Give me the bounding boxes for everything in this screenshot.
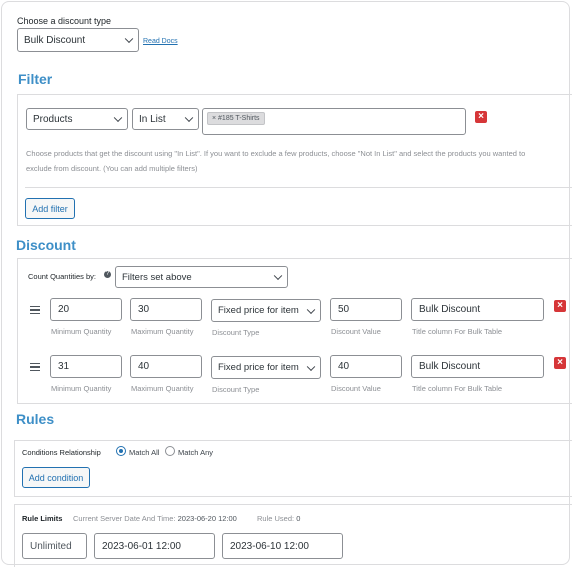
remove-range-icon[interactable]: × [554,300,566,312]
filter-method-select[interactable]: In List [132,108,199,130]
rule-used-value: 0 [296,514,301,523]
bulk-title-input[interactable]: Bulk Discount [411,355,544,378]
filter-heading: Filter [18,71,53,87]
chevron-down-icon [306,305,316,314]
remove-filter-icon[interactable]: × [475,111,487,123]
count-quantities-label: Count Quantities by: [28,272,96,281]
filter-divider [25,187,572,188]
chevron-down-icon [306,362,316,371]
start-date-input[interactable]: 2023-06-01 12:00 [94,533,215,559]
filter-help-line-1: Choose products that get the discount us… [26,149,526,158]
filter-help-line-2: exclude from discount. (You can add mult… [26,164,198,173]
product-multiselect[interactable]: × #185 T-Shirts [202,108,466,135]
product-tag[interactable]: × #185 T-Shirts [207,112,265,125]
min-quantity-caption: Minimum Quantity [51,327,112,336]
remove-range-icon[interactable]: × [554,357,566,369]
rules-heading: Rules [16,411,55,427]
discount-type-row-value: Fixed price for item [218,362,299,373]
discount-value-input[interactable]: 50 [330,298,402,321]
max-quantity-caption: Maximum Quantity [131,327,194,336]
discount-type-row-select[interactable]: Fixed price for item [211,356,321,379]
chevron-down-icon [273,271,283,281]
match-any-label: Match Any [178,448,214,457]
drag-handle-icon[interactable] [30,306,40,316]
max-quantity-input[interactable]: 40 [130,355,202,378]
discount-type-row-select[interactable]: Fixed price for item [211,299,321,322]
discount-type-row-value: Fixed price for item [218,305,299,316]
min-quantity-input[interactable]: 20 [50,298,122,321]
discount-value-caption: Discount Value [331,327,381,336]
rule-used-label: Rule Used: [257,514,295,523]
chevron-down-icon [113,113,123,123]
discount-type-caption: Discount Type [212,328,260,337]
discount-value-caption: Discount Value [331,384,381,393]
count-quantities-value: Filters set above [122,271,192,283]
max-quantity-input[interactable]: 30 [130,298,202,321]
add-condition-button[interactable]: Add condition [22,467,90,488]
filter-help-text: Choose products that get the discount us… [26,146,566,176]
discount-type-label: Choose a discount type [17,16,112,26]
discount-type-caption: Discount Type [212,385,260,394]
conditions-relationship-label: Conditions Relationship [22,448,101,457]
count-quantities-select[interactable]: Filters set above [115,266,288,288]
match-all-radio[interactable] [116,446,126,456]
read-docs-link[interactable]: Read Docs [143,38,178,45]
filter-type-select[interactable]: Products [26,108,128,130]
server-time-info: Current Server Date And Time: 2023-06-20… [73,514,237,523]
discount-value-input[interactable]: 40 [330,355,402,378]
usage-limit-input[interactable]: Unlimited [22,533,87,559]
bulk-title-input[interactable]: Bulk Discount [411,298,544,321]
add-filter-button[interactable]: Add filter [25,198,75,219]
min-quantity-input[interactable]: 31 [50,355,122,378]
rule-used-info: Rule Used: 0 [257,514,300,523]
match-all-label: Match All [129,448,160,457]
server-time-value: 2023-06-20 12:00 [177,514,237,523]
discount-type-select[interactable]: Bulk Discount [17,28,139,52]
rule-limits-label: Rule Limits [22,514,63,523]
bulk-title-caption: Title column For Bulk Table [412,327,503,336]
chevron-down-icon [124,34,134,44]
bulk-title-caption: Title column For Bulk Table [412,384,503,393]
min-quantity-caption: Minimum Quantity [51,384,112,393]
discount-type-value: Bulk Discount [24,34,86,46]
drag-handle-icon[interactable] [30,363,40,373]
server-time-label: Current Server Date And Time: [73,514,176,523]
filter-method-value: In List [139,113,166,125]
help-icon[interactable]: ? [104,271,111,278]
filter-type-value: Products [33,113,73,125]
end-date-input[interactable]: 2023-06-10 12:00 [222,533,343,559]
chevron-down-icon [184,113,194,123]
discount-heading: Discount [16,237,76,253]
max-quantity-caption: Maximum Quantity [131,384,194,393]
match-any-radio[interactable] [165,446,175,456]
